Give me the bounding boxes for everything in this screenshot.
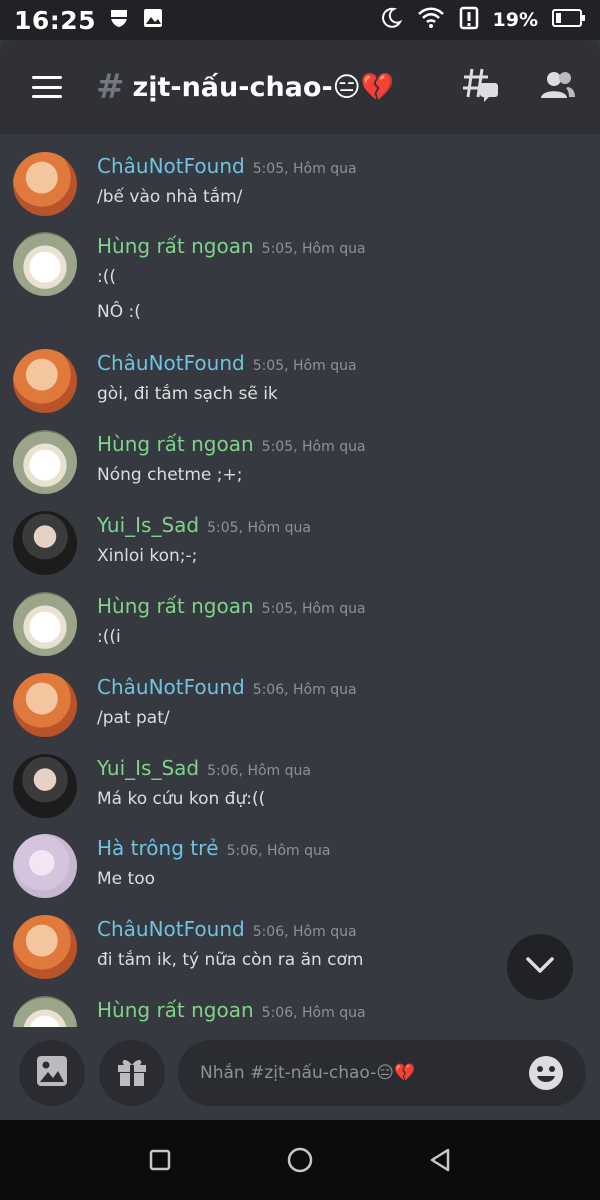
shield-icon (108, 7, 130, 33)
status-bar: 16:25 19% (0, 0, 600, 40)
message-timestamp: 5:06, Hôm qua (226, 843, 331, 859)
channel-hash-icon: # (96, 67, 125, 107)
avatar[interactable] (13, 754, 77, 818)
gift-icon (115, 1054, 149, 1092)
chevron-down-icon (525, 956, 555, 978)
message-author[interactable]: Hà trông trẻ 5:06, Hôm qua (97, 836, 330, 860)
message-text: Me too (97, 869, 155, 889)
avatar[interactable] (13, 430, 77, 494)
battery-icon (552, 8, 586, 32)
avatar[interactable] (13, 152, 77, 216)
avatar[interactable] (13, 673, 77, 737)
home-icon[interactable] (270, 1130, 330, 1190)
message-text: :(( (97, 267, 116, 287)
message-text: :((i (97, 627, 121, 647)
avatar[interactable] (13, 349, 77, 413)
message-text: gòi, đi tắm sạch sẽ ik (97, 384, 278, 404)
message-text: đi tắm ik, tý nữa còn ra ăn cơm (97, 950, 364, 970)
back-icon[interactable] (410, 1130, 470, 1190)
message-author[interactable]: Yui_Is_Sad 5:06, Hôm qua (97, 756, 311, 780)
upload-image-button[interactable] (19, 1040, 85, 1106)
message-author[interactable]: Yui_Is_Sad 5:05, Hôm qua (97, 513, 311, 537)
avatar[interactable] (13, 592, 77, 656)
avatar[interactable] (13, 834, 77, 898)
message-list[interactable]: ChâuNotFound 5:05, Hôm qua /bế vào nhà tắ… (0, 134, 600, 1027)
wifi-icon (417, 6, 445, 34)
message-timestamp: 5:05, Hôm qua (261, 241, 366, 257)
message-author[interactable]: Hùng rất ngoan 5:05, Hôm qua (97, 432, 366, 456)
recents-icon[interactable] (130, 1130, 190, 1190)
message-text: /bế vào nhà tắm/ (97, 187, 243, 207)
message-text: /pat pat/ (97, 708, 170, 728)
image-icon (142, 7, 164, 33)
system-nav-bar (0, 1120, 600, 1200)
message-text: Nóng chetme ;+; (97, 465, 243, 485)
message-author[interactable]: ChâuNotFound 5:05, Hôm qua (97, 154, 357, 178)
message-author[interactable]: ChâuNotFound 5:06, Hôm qua (97, 675, 357, 699)
message-text: Xinloi kon;-; (97, 546, 198, 566)
message-input-placeholder: Nhắn #zịt-nấu-chao-😑💔 (200, 1063, 416, 1083)
message-author[interactable]: ChâuNotFound 5:06, Hôm qua (97, 917, 357, 941)
image-upload-icon (35, 1054, 69, 1092)
threads-icon[interactable] (462, 67, 500, 107)
message-timestamp: 5:06, Hôm qua (261, 1005, 366, 1021)
message-timestamp: 5:06, Hôm qua (252, 682, 357, 698)
avatar[interactable] (13, 511, 77, 575)
message-composer: Nhắn #zịt-nấu-chao-😑💔 (0, 1027, 600, 1120)
battery-percent: 19% (492, 9, 538, 31)
message-timestamp: 5:05, Hôm qua (252, 358, 357, 374)
channel-header: # zịt-nấu-chao-😑💔 (0, 40, 600, 134)
message-author[interactable]: Hùng rất ngoan 5:06, Hôm qua (97, 998, 366, 1022)
avatar[interactable] (13, 915, 77, 979)
message-author[interactable]: Hùng rất ngoan 5:05, Hôm qua (97, 234, 366, 258)
message-text: Má ko cứu kon đự:(( (97, 789, 266, 809)
members-icon[interactable] (540, 70, 576, 104)
moon-icon (379, 6, 403, 34)
message-author[interactable]: Hùng rất ngoan 5:05, Hôm qua (97, 594, 366, 618)
message-timestamp: 5:05, Hôm qua (261, 601, 366, 617)
scroll-to-bottom-button[interactable] (507, 934, 573, 1000)
message-timestamp: 5:05, Hôm qua (252, 161, 357, 177)
message-author[interactable]: ChâuNotFound 5:05, Hôm qua (97, 351, 357, 375)
clock: 16:25 (14, 5, 97, 35)
message-timestamp: 5:06, Hôm qua (252, 924, 357, 940)
menu-icon[interactable] (32, 76, 62, 98)
emoji-icon[interactable] (528, 1055, 564, 1096)
message-text: NÔ :( (97, 302, 141, 322)
avatar[interactable] (13, 232, 77, 296)
alert-icon (459, 6, 479, 34)
message-timestamp: 5:05, Hôm qua (261, 439, 366, 455)
gift-button[interactable] (99, 1040, 165, 1106)
message-timestamp: 5:05, Hôm qua (207, 520, 311, 536)
avatar[interactable] (13, 996, 77, 1027)
channel-title: zịt-nấu-chao-😑💔 (132, 72, 395, 103)
message-timestamp: 5:06, Hôm qua (207, 763, 311, 779)
message-input[interactable]: Nhắn #zịt-nấu-chao-😑💔 (178, 1040, 586, 1106)
